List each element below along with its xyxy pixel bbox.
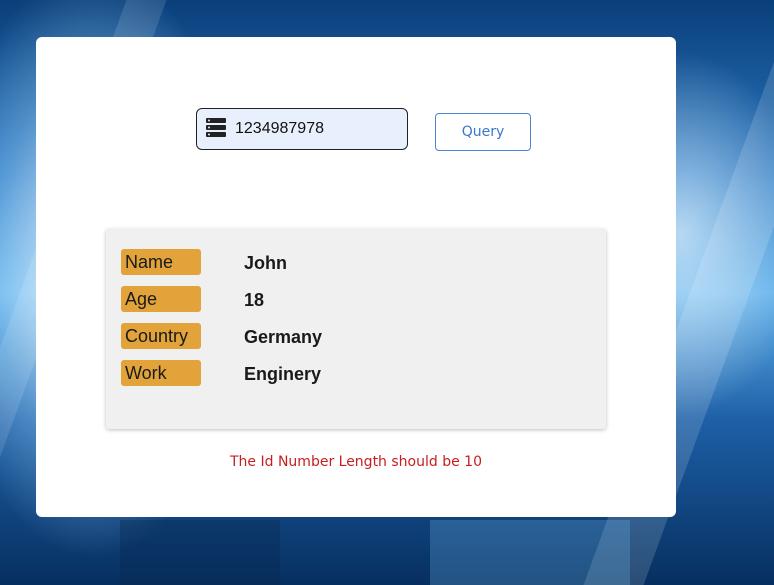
id-input-container — [196, 108, 408, 150]
validation-error-message: The Id Number Length should be 10 — [230, 454, 482, 470]
work-label: Work — [121, 360, 201, 386]
query-card: Query Name John Age 18 Country Germany W… — [36, 37, 676, 517]
country-label: Country — [121, 323, 201, 349]
work-value: Enginery — [244, 364, 322, 384]
age-value: 18 — [244, 290, 265, 310]
database-server-icon — [206, 118, 226, 137]
age-label: Age — [121, 286, 201, 312]
query-button[interactable]: Query — [435, 113, 531, 151]
id-number-input[interactable] — [235, 109, 403, 149]
country-value: Germany — [244, 327, 323, 347]
background-decoration — [430, 520, 630, 585]
name-label: Name — [121, 249, 201, 275]
background-decoration — [120, 520, 280, 585]
name-value: John — [244, 253, 287, 273]
person-info-panel: Name John Age 18 Country Germany Work En… — [106, 229, 606, 429]
